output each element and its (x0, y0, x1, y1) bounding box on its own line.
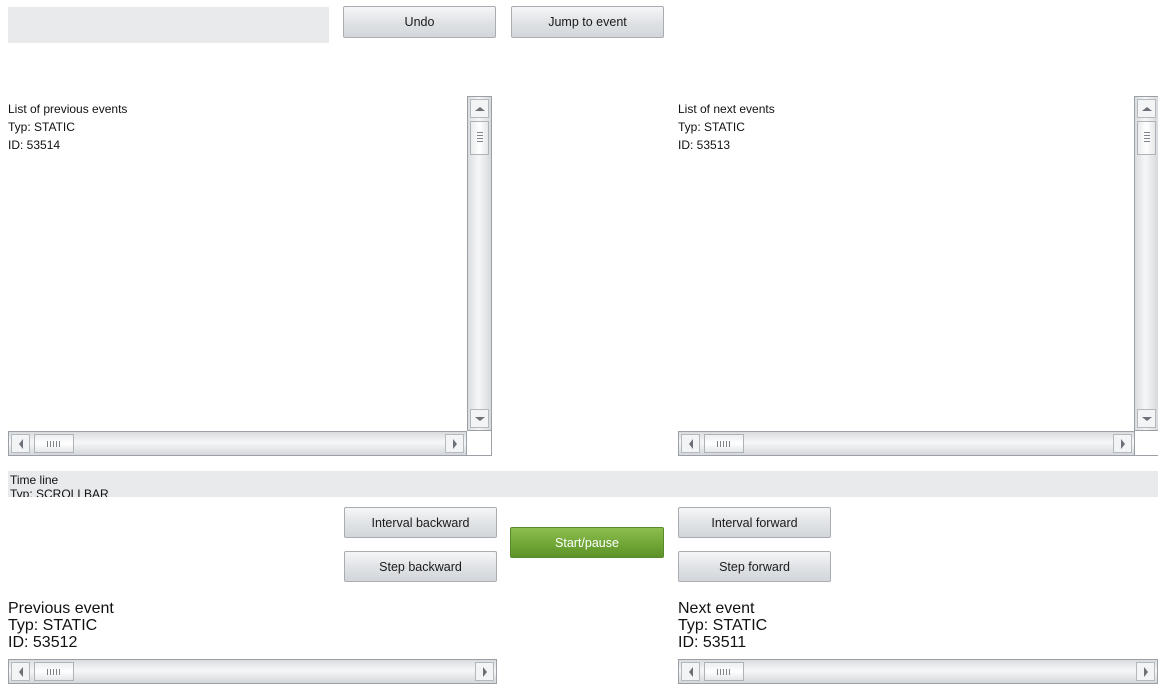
previous-event-panel: Previous event Typ: STATIC ID: 53512 (8, 600, 468, 651)
grip-icon (47, 668, 61, 675)
arrow-right-icon (1143, 666, 1148, 677)
arrow-left-icon (18, 666, 23, 677)
arrow-left-icon (688, 666, 693, 677)
previous-events-type: Typ: STATIC (8, 120, 75, 134)
scroll-left-button[interactable] (681, 434, 700, 453)
jump-to-event-button[interactable]: Jump to event (511, 6, 664, 38)
scroll-down-button[interactable] (1137, 409, 1156, 428)
scroll-left-button[interactable] (681, 662, 700, 681)
interval-forward-button[interactable]: Interval forward (678, 507, 831, 538)
timeline-title: Time line (10, 473, 59, 487)
scroll-right-button[interactable] (475, 662, 494, 681)
grip-icon (1143, 132, 1150, 144)
previous-event-title: Previous event (8, 600, 114, 617)
grip-icon (717, 668, 731, 675)
arrow-right-icon (452, 438, 457, 449)
arrow-left-icon (688, 438, 693, 449)
arrow-right-icon (1120, 438, 1125, 449)
next-events-list[interactable]: List of next events Typ: STATIC ID: 5351… (678, 100, 1133, 430)
scroll-thumb[interactable] (704, 662, 744, 681)
previous-event-type: Typ: STATIC (8, 617, 98, 634)
next-event-title: Next event (678, 600, 755, 617)
arrow-down-icon (1141, 416, 1152, 421)
scroll-corner (1135, 431, 1158, 456)
next-events-id: ID: 53513 (678, 138, 731, 152)
scroll-thumb[interactable] (34, 662, 74, 681)
previous-events-vertical-scrollbar[interactable] (467, 96, 492, 431)
scroll-right-button[interactable] (1113, 434, 1132, 453)
previous-event-id: ID: 53512 (8, 634, 78, 651)
next-events-vertical-scrollbar[interactable] (1134, 96, 1158, 431)
scroll-down-button[interactable] (470, 409, 489, 428)
interval-backward-button[interactable]: Interval backward (344, 507, 497, 538)
next-events-horizontal-scrollbar[interactable] (678, 431, 1135, 456)
arrow-up-icon (1141, 106, 1152, 111)
next-event-horizontal-scrollbar[interactable] (678, 659, 1158, 684)
next-event-type: Typ: STATIC (678, 617, 768, 634)
scroll-thumb[interactable] (704, 434, 744, 453)
next-events-title: List of next events (678, 102, 775, 116)
previous-events-horizontal-scrollbar[interactable] (8, 431, 467, 456)
scroll-up-button[interactable] (470, 99, 489, 118)
scroll-up-button[interactable] (1137, 99, 1156, 118)
scroll-corner (467, 431, 492, 456)
timeline-type: Typ: SCROLLBAR (10, 487, 109, 497)
timeline-bar[interactable]: Time line Typ: SCROLLBAR (8, 471, 1158, 497)
step-forward-button[interactable]: Step forward (678, 551, 831, 582)
previous-event-horizontal-scrollbar[interactable] (8, 659, 497, 684)
next-event-panel: Next event Typ: STATIC ID: 53511 (678, 600, 1148, 651)
arrow-left-icon (18, 438, 23, 449)
scroll-right-button[interactable] (445, 434, 464, 453)
arrow-down-icon (474, 416, 485, 421)
previous-events-list[interactable]: List of previous events Typ: STATIC ID: … (8, 100, 466, 430)
scroll-left-button[interactable] (11, 662, 30, 681)
next-events-type: Typ: STATIC (678, 120, 745, 134)
scroll-right-button[interactable] (1136, 662, 1155, 681)
scroll-thumb[interactable] (470, 121, 489, 155)
start-pause-button[interactable]: Start/pause (510, 527, 664, 558)
scroll-left-button[interactable] (11, 434, 30, 453)
undo-button[interactable]: Undo (343, 6, 496, 38)
next-event-id: ID: 53511 (678, 634, 747, 651)
previous-events-id: ID: 53514 (8, 138, 61, 152)
scroll-thumb[interactable] (34, 434, 74, 453)
arrow-right-icon (482, 666, 487, 677)
step-backward-button[interactable]: Step backward (344, 551, 497, 582)
grip-icon (47, 440, 61, 447)
grip-icon (476, 132, 483, 144)
previous-events-title: List of previous events (8, 102, 128, 116)
scroll-thumb[interactable] (1137, 121, 1156, 155)
grip-icon (717, 440, 731, 447)
top-input-field[interactable] (8, 7, 329, 43)
arrow-up-icon (474, 106, 485, 111)
